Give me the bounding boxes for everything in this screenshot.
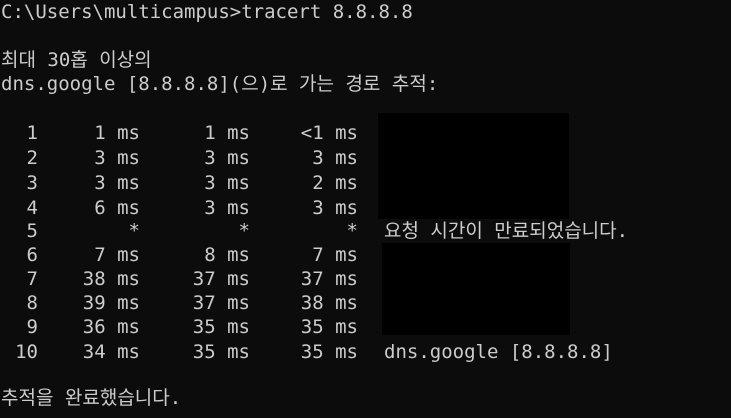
rtt-3: 38 ms: [300, 292, 358, 314]
rtt-1: 3 ms: [94, 172, 140, 194]
rtt-2: 8 ms: [204, 244, 250, 266]
rtt-1: *: [128, 220, 140, 242]
table-row: 10 34 ms 35 ms 35 ms dns.google [8.8.8.8]: [0, 340, 731, 364]
rtt-1: 36 ms: [82, 316, 140, 338]
hop-host: dns.google [8.8.8.8]: [384, 341, 613, 363]
rtt-1: 34 ms: [82, 341, 140, 363]
trace-complete-message: 추적을 완료했습니다.: [1, 387, 182, 409]
rtt-2: 3 ms: [204, 172, 250, 194]
hop-number: 5: [26, 220, 38, 242]
command-prompt-line: C:\Users\multicampus>tracert 8.8.8.8: [1, 1, 413, 23]
rtt-1: 3 ms: [94, 147, 140, 169]
rtt-3: <1 ms: [300, 122, 358, 144]
table-row: 9 36 ms 35 ms 35 ms: [0, 315, 731, 339]
hop-number: 4: [26, 197, 38, 219]
trace-header-target: dns.google [8.8.8.8](으)로 가는 경로 추적:: [1, 73, 439, 95]
rtt-1: 39 ms: [82, 292, 140, 314]
hop-number: 3: [26, 172, 38, 194]
rtt-3: 7 ms: [312, 244, 358, 266]
table-row: 3 3 ms 3 ms 2 ms: [0, 171, 731, 195]
rtt-2: 1 ms: [204, 122, 250, 144]
hop-number: 2: [26, 147, 38, 169]
table-row: 4 6 ms 3 ms 3 ms: [0, 196, 731, 220]
table-row: 7 38 ms 37 ms 37 ms: [0, 267, 731, 291]
rtt-2: 3 ms: [204, 147, 250, 169]
hop-number: 7: [26, 268, 38, 290]
rtt-1: 1 ms: [94, 122, 140, 144]
rtt-2: 35 ms: [192, 341, 250, 363]
hop-number: 6: [26, 244, 38, 266]
redaction-box-lower: [382, 243, 570, 335]
terminal-window[interactable]: C:\Users\multicampus>tracert 8.8.8.8 최대 …: [0, 0, 731, 418]
rtt-3: 2 ms: [312, 172, 358, 194]
table-row: 8 39 ms 37 ms 38 ms: [0, 291, 731, 315]
rtt-3: 37 ms: [300, 268, 358, 290]
rtt-2: 37 ms: [192, 292, 250, 314]
rtt-3: 35 ms: [300, 341, 358, 363]
rtt-2: 35 ms: [192, 316, 250, 338]
table-row: 1 1 ms 1 ms <1 ms: [0, 121, 731, 145]
hop-number: 9: [26, 316, 38, 338]
table-row: 6 7 ms 8 ms 7 ms: [0, 243, 731, 267]
hop-number: 1: [26, 122, 38, 144]
rtt-3: 35 ms: [300, 316, 358, 338]
hop-host: 요청 시간이 만료되었습니다.: [384, 220, 629, 242]
rtt-2: *: [238, 220, 250, 242]
rtt-1: 7 ms: [94, 244, 140, 266]
table-row: 5 * * * 요청 시간이 만료되었습니다.: [0, 219, 731, 243]
rtt-3: 3 ms: [312, 147, 358, 169]
rtt-1: 38 ms: [82, 268, 140, 290]
rtt-1: 6 ms: [94, 197, 140, 219]
hop-number: 10: [15, 341, 38, 363]
rtt-2: 37 ms: [192, 268, 250, 290]
redaction-box-upper: [378, 113, 569, 219]
rtt-2: 3 ms: [204, 197, 250, 219]
rtt-3: 3 ms: [312, 197, 358, 219]
hop-number: 8: [26, 292, 38, 314]
rtt-3: *: [346, 220, 358, 242]
trace-header-max-hops: 최대 30홉 이상의: [1, 49, 152, 71]
table-row: 2 3 ms 3 ms 3 ms: [0, 146, 731, 170]
